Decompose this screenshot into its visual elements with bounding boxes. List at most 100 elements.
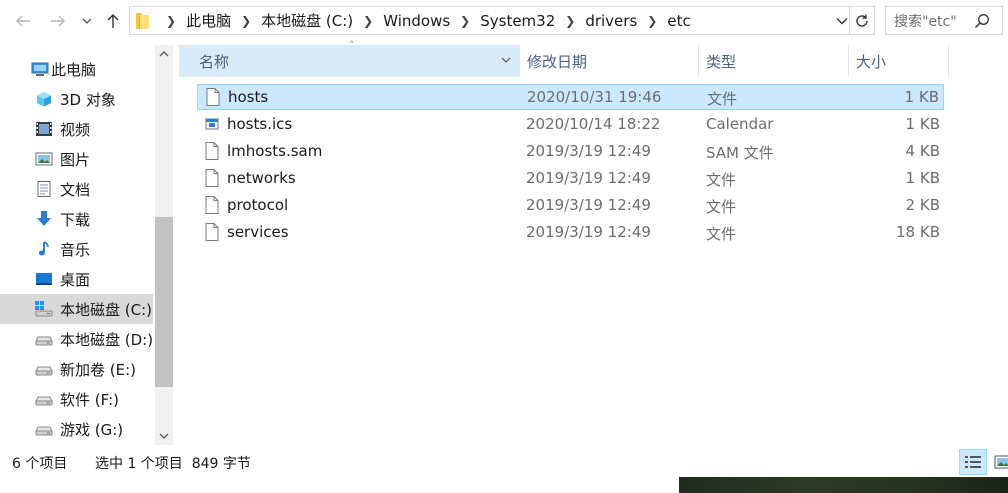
breadcrumb-etc[interactable]: etc [667, 12, 690, 30]
back-button[interactable] [12, 10, 34, 32]
file-name: networks [227, 169, 296, 187]
column-header-name[interactable]: 名称 ˄ [179, 39, 519, 77]
breadcrumb-this-pc[interactable]: 此电脑 [186, 10, 231, 31]
scroll-thumb[interactable] [155, 217, 173, 387]
nav-item-downloads[interactable]: 下载 [0, 204, 153, 234]
details-view-button[interactable] [959, 449, 987, 475]
file-icon [205, 142, 219, 160]
chevron-right-icon[interactable]: ❯ [166, 14, 176, 28]
refresh-button[interactable] [850, 6, 875, 35]
file-icon [206, 88, 220, 106]
document-icon [37, 181, 51, 197]
column-header-type[interactable]: 类型 [686, 45, 848, 77]
chevron-right-icon[interactable]: ❯ [647, 14, 657, 28]
drive-icon [35, 336, 53, 346]
video-icon [36, 122, 52, 136]
column-divider[interactable] [948, 45, 949, 77]
file-date: 2020/10/31 19:46 [527, 88, 662, 106]
arrow-left-icon [16, 15, 30, 27]
nav-item-3d-objects[interactable]: 3D 对象 [0, 84, 153, 114]
nav-item-games-g[interactable]: 游戏 (G:) [0, 414, 153, 444]
chevron-right-icon[interactable]: ❯ [241, 14, 251, 28]
item-count: 6 个项目 [12, 456, 68, 472]
file-date: 2019/3/19 12:49 [526, 223, 651, 241]
nav-item-new-volume-e[interactable]: 新加卷 (E:) [0, 354, 153, 384]
nav-item-music[interactable]: 音乐 [0, 234, 153, 264]
nav-item-local-disk-c[interactable]: 本地磁盘 (C:) [0, 294, 153, 324]
table-row[interactable]: services 2019/3/19 12:49 文件 18 KB [197, 220, 944, 246]
nav-item-label: 下载 [60, 210, 91, 229]
nav-item-label: 软件 (F:) [60, 390, 119, 409]
up-button[interactable] [102, 10, 124, 32]
column-header-type-label: 类型 [706, 52, 737, 71]
nav-item-this-pc[interactable]: 此电脑 [0, 54, 153, 84]
windows-drive-icon [35, 301, 53, 317]
column-header: 名称 ˄ 修改日期 类型 大小 [179, 39, 949, 77]
table-row[interactable]: hosts 2020/10/31 19:46 文件 1 KB [197, 84, 944, 110]
nav-item-label: 新加卷 (E:) [60, 360, 137, 379]
file-name: hosts.ics [227, 115, 293, 133]
large-icons-view-button[interactable] [989, 449, 1008, 475]
nav-item-local-disk-d[interactable]: 本地磁盘 (D:) [0, 324, 153, 354]
breadcrumb-system32[interactable]: System32 [480, 12, 555, 30]
file-name: protocol [227, 196, 289, 214]
file-size: 1 KB [905, 169, 940, 187]
table-row[interactable]: lmhosts.sam 2019/3/19 12:49 SAM 文件 4 KB [197, 139, 944, 165]
file-icon [205, 223, 219, 241]
search-box[interactable]: 搜索"etc" [885, 6, 1003, 35]
nav-item-label: 3D 对象 [60, 90, 116, 109]
chevron-right-icon[interactable]: ❯ [363, 14, 373, 28]
column-header-size-label: 大小 [856, 52, 887, 71]
chevron-down-icon [82, 18, 92, 24]
navigation-pane: 此电脑 3D 对象 视频 图片 文档 下载 音乐 桌面 本地磁盘 (C:) 本地… [0, 42, 176, 447]
breadcrumb-windows[interactable]: Windows [383, 12, 450, 30]
file-type: Calendar [706, 115, 774, 133]
search-icon [974, 14, 989, 29]
nav-scrollbar[interactable] [155, 45, 173, 445]
table-row[interactable]: hosts.ics 2020/10/14 18:22 Calendar 1 KB [197, 112, 944, 138]
address-bar[interactable]: ❯ 此电脑 ❯ 本地磁盘 (C:) ❯ Windows ❯ System32 ❯… [129, 6, 850, 35]
address-history-dropdown[interactable] [832, 6, 852, 35]
table-row[interactable]: networks 2019/3/19 12:49 文件 1 KB [197, 166, 944, 192]
nav-item-label: 视频 [60, 120, 91, 139]
file-type: 文件 [706, 198, 737, 216]
forward-button[interactable] [47, 10, 69, 32]
file-type: 文件 [707, 90, 738, 108]
nav-item-desktop[interactable]: 桌面 [0, 264, 153, 294]
chevron-down-icon [159, 433, 169, 439]
chevron-right-icon[interactable]: ❯ [460, 14, 470, 28]
sort-ascending-icon: ˄ [349, 39, 355, 52]
file-name: lmhosts.sam [227, 142, 323, 160]
nav-item-software-f[interactable]: 软件 (F:) [0, 384, 153, 414]
drive-icon [35, 426, 53, 436]
nav-item-documents[interactable]: 文档 [0, 174, 153, 204]
file-type: 文件 [706, 225, 737, 243]
file-date: 2019/3/19 12:49 [526, 196, 651, 214]
nav-item-pictures[interactable]: 图片 [0, 144, 153, 174]
selection-info: 选中 1 个项目 849 字节 [95, 456, 251, 472]
table-row[interactable]: protocol 2019/3/19 12:49 文件 2 KB [197, 193, 944, 219]
breadcrumb-local-disk-c[interactable]: 本地磁盘 (C:) [261, 10, 353, 31]
scroll-down-button[interactable] [155, 428, 173, 445]
file-name: hosts [228, 88, 269, 106]
column-header-size[interactable]: 大小 [836, 45, 946, 77]
column-header-date[interactable]: 修改日期 [507, 45, 697, 77]
chevron-up-icon [159, 51, 169, 57]
chevron-right-icon[interactable]: ❯ [565, 14, 575, 28]
file-name: services [227, 223, 289, 241]
nav-item-label: 桌面 [60, 270, 91, 289]
breadcrumb-drivers[interactable]: drivers [585, 12, 637, 30]
scroll-up-button[interactable] [155, 45, 173, 62]
nav-item-videos[interactable]: 视频 [0, 114, 153, 144]
nav-item-label: 音乐 [60, 240, 91, 259]
file-size: 4 KB [905, 142, 940, 160]
pictures-icon [35, 152, 53, 166]
recent-locations-button[interactable] [78, 10, 96, 32]
nav-item-label: 游戏 (G:) [60, 420, 124, 439]
file-date: 2019/3/19 12:49 [526, 169, 651, 187]
file-type: SAM 文件 [706, 144, 774, 162]
desktop-icon [36, 273, 52, 285]
drive-icon [35, 366, 53, 376]
file-size: 2 KB [905, 196, 940, 214]
computer-icon [31, 62, 49, 76]
